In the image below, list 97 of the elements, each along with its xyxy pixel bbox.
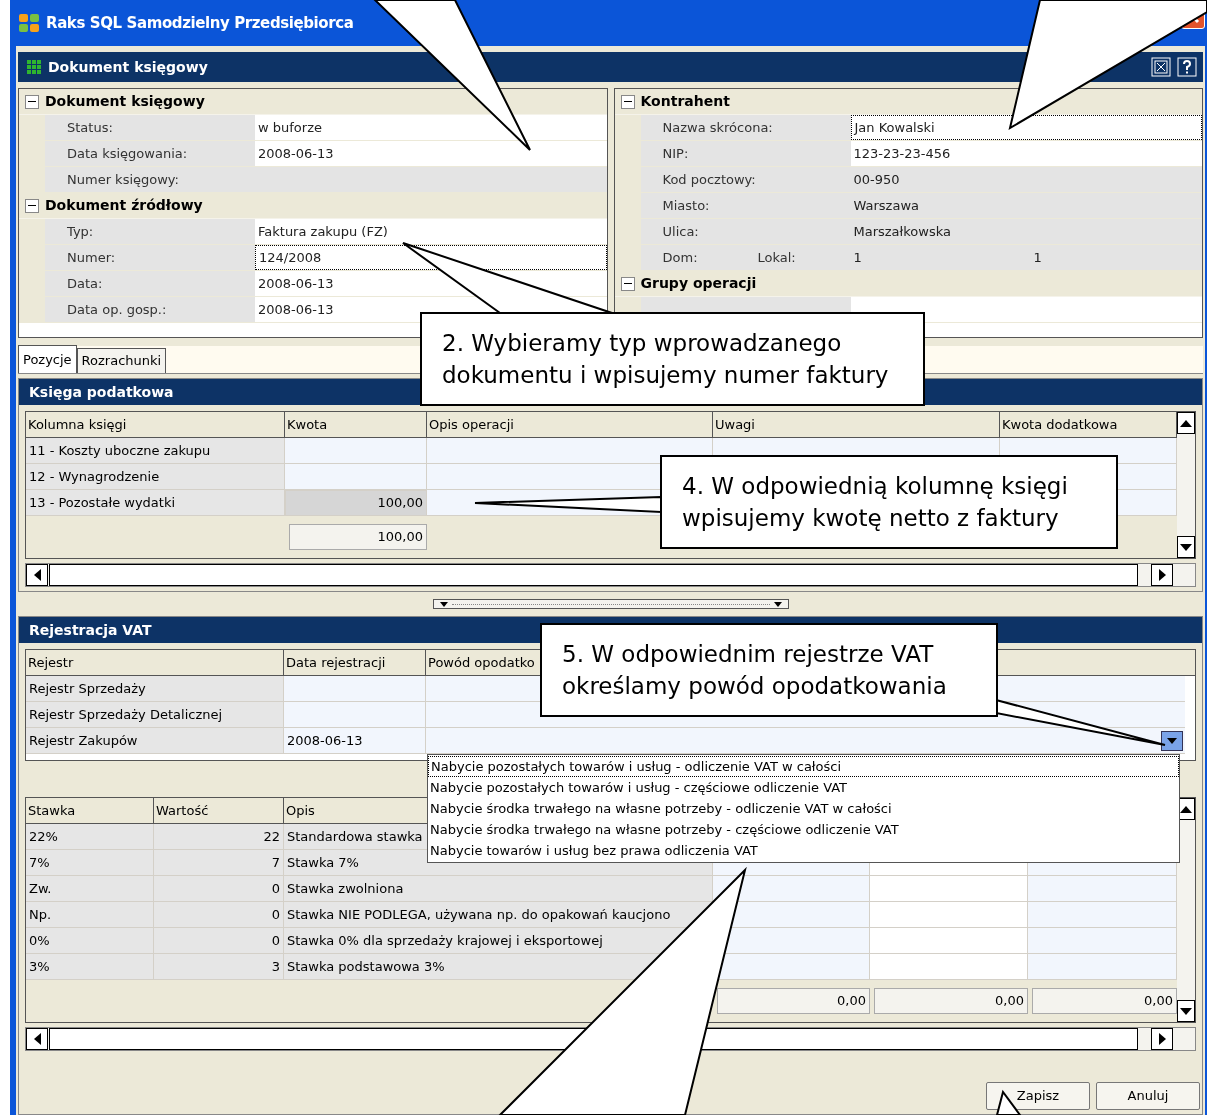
collapse-toggle[interactable] — [25, 198, 39, 213]
dropdown-option[interactable]: Nabycie pozostałych towarów i usług - częściowe odliczenie VAT — [428, 777, 1179, 798]
table-cell: Rejestr Sprzedaży — [26, 676, 284, 702]
caret-icon — [1167, 737, 1177, 744]
dropdown-button[interactable] — [1161, 730, 1183, 751]
field-label: Data op. gosp.: — [67, 300, 167, 319]
collapse-toggle[interactable] — [25, 94, 39, 109]
column-header[interactable]: Rejestr — [26, 650, 284, 676]
field-value[interactable] — [850, 297, 1202, 322]
scroll-right-icon[interactable] — [1151, 1028, 1173, 1050]
field-label: Typ: — [67, 222, 94, 241]
section-title: Dokument źródłowy — [45, 196, 203, 215]
field-value: 00-950 — [850, 167, 1202, 192]
table-cell: 2008-06-13 — [284, 728, 426, 754]
table-cell: Rejestr Sprzedaży Detalicznej — [26, 702, 284, 728]
help-icon[interactable] — [1177, 57, 1197, 77]
field-label: Ulica: — [662, 222, 699, 241]
table-cell: 22 — [154, 824, 284, 850]
grid-icon — [26, 59, 42, 75]
window-title: Raks SQL Samodzielny Przedsiębiorca — [46, 12, 354, 34]
table-cell: 12 - Wynagrodzenie — [26, 464, 285, 490]
scroll-left-icon[interactable] — [26, 1028, 48, 1050]
collapse-toggle[interactable] — [620, 276, 635, 291]
total-field: 100,00 — [289, 524, 427, 550]
panel-title: Dokument księgowy — [48, 57, 208, 77]
table-cell: 100,00 — [285, 490, 427, 516]
table-cell: 3% — [26, 954, 154, 980]
section-title: Kontrahent — [640, 92, 730, 111]
table-cell: Np. — [26, 902, 154, 928]
table-cell: 22% — [26, 824, 154, 850]
field-label: Dom: — [662, 248, 699, 267]
field-label: Miasto: — [662, 196, 710, 215]
table-cell: 3 — [154, 954, 284, 980]
column-header[interactable]: Uwagi — [713, 412, 1000, 438]
table-cell: 0 — [154, 876, 284, 902]
vertical-scrollbar[interactable] — [1177, 412, 1195, 558]
table-cell: 7 — [154, 850, 284, 876]
app-logo-icon — [18, 12, 40, 34]
total-field: 0,00 — [1032, 988, 1177, 1014]
tab[interactable]: Rozrachunki — [76, 348, 167, 373]
field-label: Nazwa skrócona: — [662, 118, 773, 137]
callout-text: 4. W odpowiednią kolumnę księgi wpisujemy kwotę netto z faktury — [660, 455, 1118, 549]
column-header[interactable]: Powód opodatko — [426, 650, 542, 676]
field-label: Numer: — [67, 248, 116, 267]
callout-text: 5. W odpowiednim rejestrze VAT określamy powód opodatkowania — [540, 623, 998, 717]
total-field: 0,00 — [874, 988, 1028, 1014]
field-label: Numer księgowy: — [67, 170, 179, 189]
field-value[interactable]: w buforze — [255, 115, 607, 140]
table-cell: 11 - Koszty uboczne zakupu — [26, 438, 285, 464]
table-cell: Rejestr Zakupów — [26, 728, 284, 754]
column-header[interactable]: Kolumna księgi — [26, 412, 285, 438]
field-value[interactable]: 2008-06-13 — [255, 141, 607, 166]
field-label: Kod pocztowy: — [662, 170, 756, 189]
table-cell: 0 — [154, 902, 284, 928]
field-value[interactable]: Jan Kowalski — [850, 115, 1202, 140]
column-header[interactable]: Wartość — [154, 798, 284, 824]
collapse-toggle[interactable] — [620, 94, 635, 109]
dropdown-option[interactable]: Nabycie środka trwałego na własne potrzeby - odliczenie VAT w całości — [428, 798, 1179, 819]
dropdown-option[interactable]: Nabycie pozostałych towarów i usług - odliczenie VAT w całości — [428, 756, 1179, 777]
scroll-up-icon[interactable] — [1177, 412, 1195, 434]
field-value: Warszawa — [850, 193, 1202, 218]
column-header[interactable]: Kwota dodatkowa — [1000, 412, 1177, 438]
column-header[interactable]: Kwota — [285, 412, 427, 438]
column-header[interactable]: Stawka — [26, 798, 154, 824]
table-cell: 7% — [26, 850, 154, 876]
column-header[interactable] — [997, 650, 1195, 676]
section-title: Grupy operacji — [640, 274, 757, 293]
field-value: 1 1 — [850, 245, 1202, 270]
column-header[interactable]: Opis operacji — [427, 412, 713, 438]
field-value[interactable]: Faktura zakupu (FZ) — [255, 219, 607, 244]
scroll-down-icon[interactable] — [1177, 536, 1195, 558]
field-label: Lokal: — [757, 248, 796, 267]
scroll-left-icon[interactable] — [26, 564, 48, 586]
cancel-button[interactable]: Anuluj — [1096, 1082, 1200, 1110]
field-value: Marszałkowska — [850, 219, 1202, 244]
field-label: Status: — [67, 118, 113, 137]
window-mode-icon[interactable] — [1151, 57, 1171, 77]
table-cell: 0 — [154, 928, 284, 954]
field-label: Data: — [67, 274, 103, 293]
field-value[interactable]: 124/2008 — [255, 245, 607, 270]
table-cell: 13 - Pozostałe wydatki — [26, 490, 285, 516]
column-header[interactable]: Data rejestracji — [284, 650, 426, 676]
field-label: NIP: — [662, 144, 689, 163]
splitter-handle[interactable] — [432, 599, 789, 609]
field-value[interactable]: 123-23-23-456 — [850, 141, 1202, 166]
table-cell: Zw. — [26, 876, 154, 902]
total-field: 0,00 — [717, 988, 870, 1014]
table-cell: 0% — [26, 928, 154, 954]
table-cell: Stawka zwolniona — [284, 876, 713, 902]
tab[interactable]: Pozycje — [18, 345, 77, 373]
table-cell: Stawka NIE PODLEGA, używana np. do opakowań kaucjono — [284, 902, 713, 928]
field-label: Data księgowania: — [67, 144, 188, 163]
scroll-right-icon[interactable] — [1151, 564, 1173, 586]
section-title: Dokument księgowy — [45, 92, 205, 111]
vertical-scrollbar[interactable] — [1177, 798, 1195, 1022]
save-button[interactable]: Zapisz — [986, 1082, 1090, 1110]
scroll-down-icon[interactable] — [1177, 1000, 1195, 1022]
